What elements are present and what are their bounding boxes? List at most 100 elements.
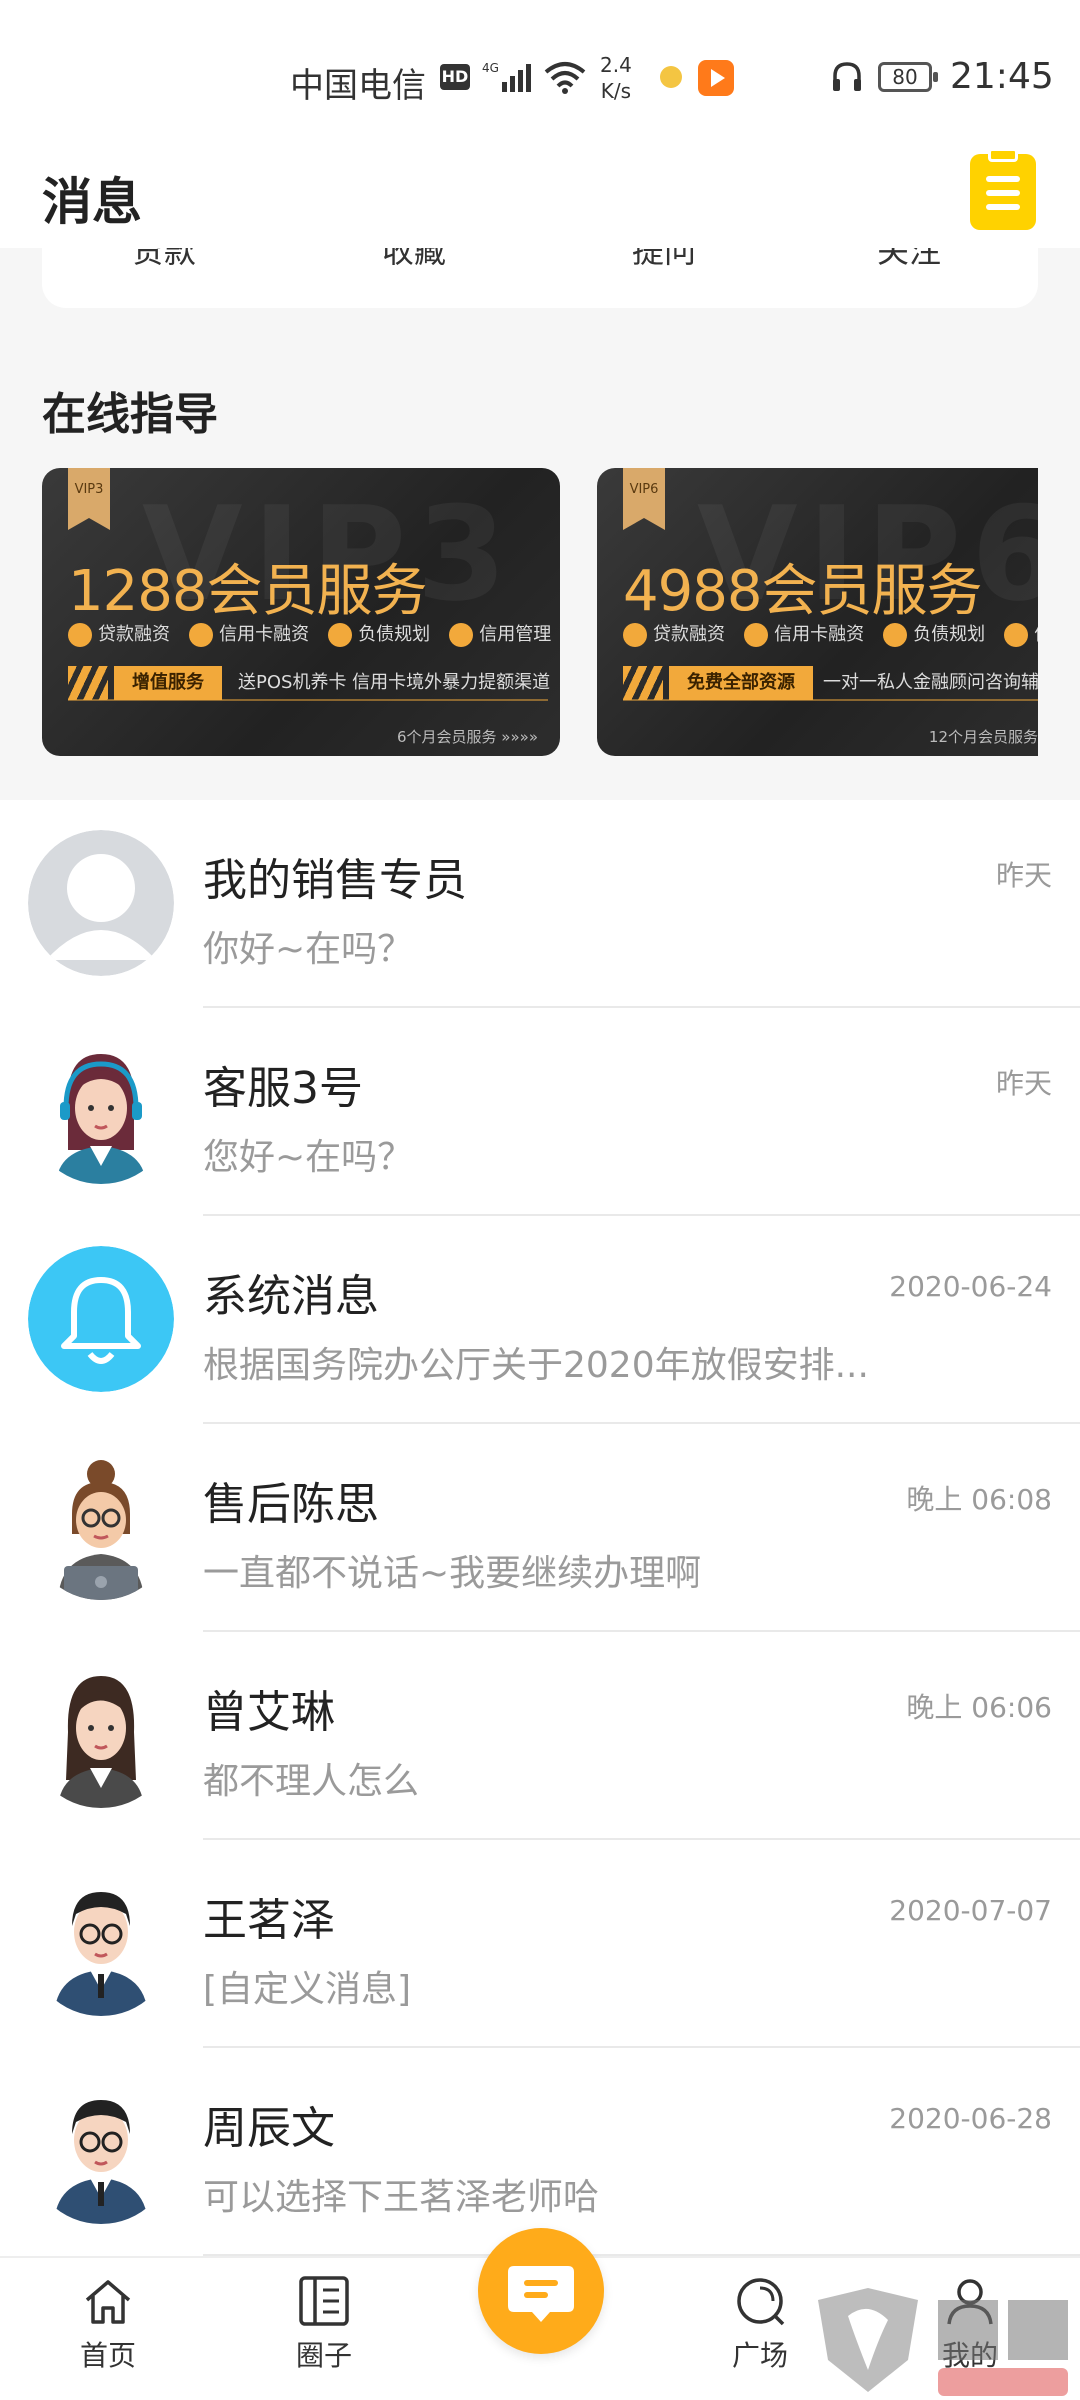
vip-feature: 信用 <box>1004 620 1038 647</box>
clipboard-line <box>986 190 1020 196</box>
avatar <box>28 1870 174 2016</box>
message-icon <box>508 2266 574 2322</box>
battery-icon: 80 <box>878 62 938 92</box>
vip-band-line <box>623 699 1038 701</box>
avatar <box>28 1454 174 1600</box>
vip-feature: 负债规划 <box>883 620 985 647</box>
headphones-icon <box>833 62 861 91</box>
vip-tag-label: VIP6 <box>629 482 659 497</box>
contact-name: 客服3号 <box>203 1063 363 1114</box>
list-item[interactable]: 我的销售专员 你好~在吗？ 昨天 <box>0 800 1080 1008</box>
vip-features: 贷款融资 信用卡融资 负债规划 信用 <box>623 620 1038 647</box>
wifi-icon <box>544 62 586 94</box>
list-item[interactable]: 系统消息 根据国务院办公厅关于2020年放假安排... 2020-06-24 <box>0 1216 1080 1424</box>
quick-actions-card: 贷款 收藏 提问 关注 <box>42 248 1038 308</box>
nav-label: 首页 <box>79 2339 136 2372</box>
vip-feature-label: 贷款融资 <box>98 624 170 645</box>
list-item[interactable]: 曾艾琳 都不理人怎么 晚上 06:06 <box>0 1632 1080 1840</box>
message-preview: 可以选择下王茗泽老师哈 <box>203 2177 600 2218</box>
message-time: 晚上 06:06 <box>906 1691 1052 1724</box>
list-item[interactable]: 王茗泽 [自定义消息] 2020-07-07 <box>0 1840 1080 2048</box>
vip-feature: 信用管理 <box>449 620 551 647</box>
list-item[interactable]: 售后陈思 一直都不说话~我要继续办理啊 晚上 06:08 <box>0 1424 1080 1632</box>
vip-feature: 信用卡融资 <box>189 620 309 647</box>
vip-band-line <box>68 699 548 701</box>
man-glasses-icon <box>28 1870 174 2016</box>
nav-circle[interactable]: 圈子 <box>264 2274 384 2374</box>
vip-feature-label: 信用卡融资 <box>219 624 310 645</box>
vip-title: 4988会员服务 <box>623 559 983 624</box>
list-item[interactable]: 客服3号 您好~在吗？ 昨天 <box>0 1008 1080 1216</box>
clock: 21:45 <box>950 56 1054 97</box>
home-icon <box>85 2280 131 2324</box>
quick-action-follow[interactable]: 关注 <box>877 248 941 272</box>
vip-card[interactable]: VIP6 VIP6 4988会员服务 贷款融资 信用卡融资 负债规划 信用 免费… <box>597 468 1038 756</box>
vip-card[interactable]: VIP3 VIP3 1288会员服务 贷款融资 信用卡融资 负债规划 信用管理 … <box>42 468 560 756</box>
stripes-decoration <box>68 666 108 700</box>
message-time: 晚上 06:08 <box>906 1483 1052 1516</box>
vip-feature: 贷款融资 <box>68 620 170 647</box>
message-preview: 根据国务院办公厅关于2020年放假安排... <box>203 1345 869 1386</box>
shield-icon <box>449 623 474 647</box>
woman-icon <box>28 1662 174 1808</box>
vip-duration: 6个月会员服务 »»»» <box>396 728 538 746</box>
quick-action-questions[interactable]: 提问 <box>632 248 696 272</box>
message-time: 昨天 <box>995 859 1052 892</box>
list-item[interactable]: 周辰文 可以选择下王茗泽老师哈 2020-06-28 <box>0 2048 1080 2256</box>
vip-feature-label: 信用卡融资 <box>774 624 865 645</box>
vip-feature-label: 信用管理 <box>479 624 552 645</box>
vip-duration: 12个月会员服务 <box>928 728 1038 746</box>
avatar <box>28 1038 174 1184</box>
contact-name: 售后陈思 <box>203 1479 379 1530</box>
nav-home[interactable]: 首页 <box>48 2274 168 2374</box>
section-title: 在线指导 <box>42 389 218 440</box>
coin-icon <box>68 623 92 647</box>
vip-desc: 一对一私人金融顾问咨询辅导 <box>823 672 1038 693</box>
default-user-icon <box>28 830 174 976</box>
vip-tag-label: VIP3 <box>74 482 104 497</box>
bell-icon <box>28 1246 174 1392</box>
speed-unit: K/s <box>600 79 632 103</box>
message-time: 2020-06-24 <box>889 1270 1052 1303</box>
vip-tag: VIP6 <box>623 468 665 530</box>
avatar <box>28 2078 174 2224</box>
page-title: 消息 <box>42 173 142 231</box>
message-preview: 都不理人怎么 <box>203 1761 420 1802</box>
vip-feature: 负债规划 <box>328 620 430 647</box>
clipboard-line <box>986 204 1020 210</box>
message-time: 2020-06-28 <box>889 2102 1052 2135</box>
shield-icon <box>1004 623 1029 647</box>
vip-features: 贷款融资 信用卡融资 负债规划 信用管理 <box>68 620 560 647</box>
clipboard-icon <box>988 148 1018 162</box>
message-preview: 您好~在吗？ <box>203 1137 414 1178</box>
debt-icon <box>883 623 908 647</box>
quick-action-loan[interactable]: 贷款 <box>132 248 196 272</box>
vip-title: 1288会员服务 <box>68 559 428 624</box>
contact-name: 系统消息 <box>203 1271 379 1322</box>
message-preview: 一直都不说话~我要继续办理啊 <box>203 1553 702 1594</box>
vip-feature: 贷款融资 <box>623 620 725 647</box>
card-icon <box>744 623 769 647</box>
message-preview: 你好~在吗？ <box>203 929 414 970</box>
card-icon <box>189 623 214 647</box>
contact-name: 王茗泽 <box>203 1895 335 1946</box>
stripes-decoration <box>623 666 663 700</box>
circle-icon <box>299 2276 349 2326</box>
vip-badge: 增值服务 <box>114 666 222 700</box>
clipboard-button[interactable] <box>970 148 1036 230</box>
status-bar: 中国电信 HD 4G 2.4 K/s 80 21:45 <box>0 0 1080 140</box>
message-time: 昨天 <box>995 1067 1052 1100</box>
vip-band: 免费全部资源 一对一私人金融顾问咨询辅导 <box>623 666 1038 700</box>
nav-messages[interactable] <box>478 2228 604 2354</box>
vip-feature: 信用卡融资 <box>744 620 864 647</box>
contact-name: 我的销售专员 <box>203 855 467 906</box>
messages-screen: 中国电信 HD 4G 2.4 K/s 80 21:45 消息 贷款 收藏 提问 … <box>0 0 1080 2400</box>
vip-feature-label: 信用 <box>1034 624 1038 645</box>
nav-square[interactable]: 广场 <box>700 2274 820 2374</box>
debt-icon <box>328 623 353 647</box>
vip-feature-label: 负债规划 <box>358 624 431 645</box>
guide-section: 贷款 收藏 提问 关注 在线指导 VIP3 VIP3 1288会员服务 贷款融资… <box>0 248 1080 800</box>
coin-icon <box>623 623 647 647</box>
svg-text:4G: 4G <box>482 61 499 75</box>
quick-action-favorites[interactable]: 收藏 <box>382 248 446 272</box>
